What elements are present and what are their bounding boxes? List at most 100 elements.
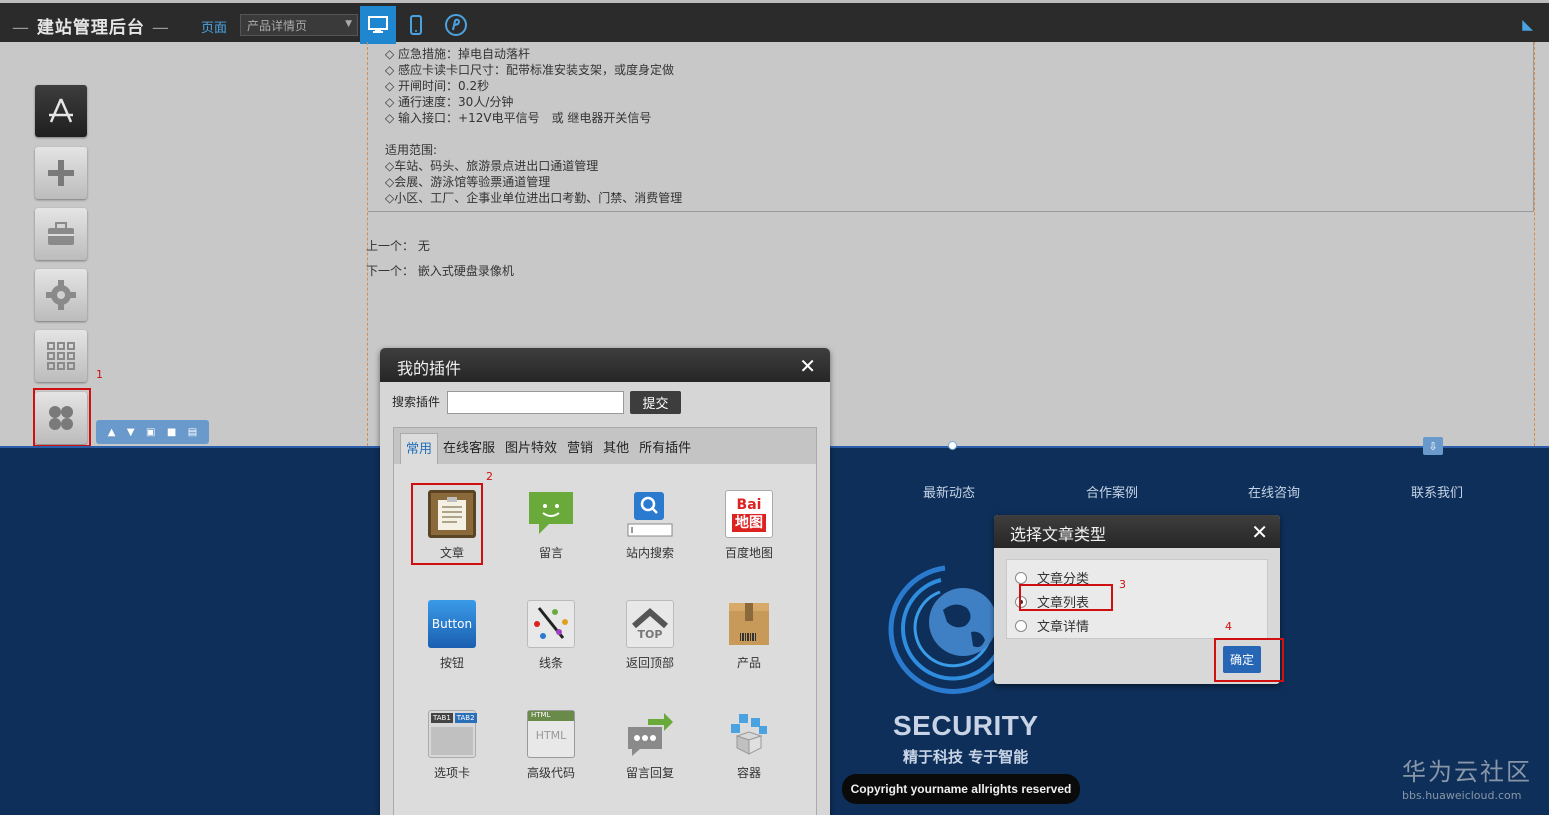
- tab-all-plugins[interactable]: 所有插件: [634, 433, 696, 464]
- back-to-top-icon: TOP: [626, 600, 674, 648]
- plugin-message[interactable]: 留言: [511, 490, 591, 561]
- next-item-link[interactable]: 下一个： 嵌入式硬盘录像机: [366, 262, 514, 279]
- footer-slogan: 精于科技 专于智能: [903, 748, 1029, 766]
- plugin-search-input[interactable]: [447, 391, 624, 414]
- site-search-icon: [626, 490, 674, 538]
- footer-link-contact[interactable]: 联系我们: [1411, 482, 1463, 501]
- close-icon[interactable]: ✕: [799, 354, 816, 378]
- spec-line: 适用范围:: [385, 143, 438, 157]
- page-select-value: 产品详情页: [247, 19, 308, 33]
- container-icon: [725, 710, 773, 758]
- plugin-label: 线条: [538, 656, 563, 670]
- spec-line: ◇会展、游泳馆等验票通道管理: [385, 175, 551, 189]
- settings-button[interactable]: [35, 269, 87, 321]
- footer-link-cases[interactable]: 合作案例: [1086, 482, 1138, 501]
- plugin-label: 产品: [736, 656, 761, 670]
- toolbox-button[interactable]: [35, 208, 87, 260]
- plugin-label: 留言: [538, 546, 563, 560]
- phone-icon: [410, 15, 422, 35]
- spec-line: ◇小区、工厂、企事业单位进出口考勤、门禁、消费管理: [385, 191, 683, 205]
- plugin-site-search[interactable]: 站内搜索: [610, 490, 690, 561]
- brand-title: — 建站管理后台 —: [12, 18, 170, 38]
- annotation-box-2: [411, 483, 483, 565]
- plugin-html-code[interactable]: HTML HTML 高级代码: [511, 710, 591, 781]
- annotation-box-4: [1214, 638, 1284, 682]
- tab-marketing[interactable]: 营销: [562, 433, 598, 464]
- spec-line: ◇ 通行速度：30人/分钟: [385, 95, 514, 109]
- plugin-container[interactable]: 容器: [709, 710, 789, 781]
- watermark: 华为云社区 bbs.huaweicloud.com: [1402, 752, 1532, 802]
- radio-button[interactable]: [1015, 571, 1027, 584]
- plugin-baidu-map[interactable]: Bai 地图 百度地图: [709, 490, 789, 561]
- tab-common[interactable]: 常用: [400, 433, 439, 464]
- app-store-button[interactable]: [35, 85, 87, 137]
- app-mode-button[interactable]: [438, 6, 474, 44]
- monitor-icon: [368, 16, 388, 33]
- option-article-detail[interactable]: 文章详情: [1015, 616, 1089, 635]
- layout-icon[interactable]: ▣: [146, 427, 155, 438]
- plugin-button[interactable]: Button 按钮: [412, 600, 492, 671]
- tab-other[interactable]: 其他: [598, 433, 634, 464]
- plugin-reply[interactable]: 留言回复: [610, 710, 690, 781]
- type-dialog-header: 选择文章类型 ✕: [994, 515, 1280, 548]
- tabs-icon: TAB1 TAB2: [428, 710, 477, 758]
- lock-icon[interactable]: ■: [167, 427, 176, 438]
- tab-online-service[interactable]: 在线客服: [438, 433, 500, 464]
- html-code-icon: HTML HTML: [527, 710, 575, 758]
- annotation-box-3: [1019, 584, 1113, 611]
- footer-link-consult[interactable]: 在线咨询: [1248, 482, 1300, 501]
- plugin-label: 按钮: [439, 656, 464, 670]
- trash-icon[interactable]: ▤: [188, 427, 197, 438]
- mobile-mode-button[interactable]: [398, 6, 434, 44]
- plugin-dialog-header: 我的插件 ✕: [380, 348, 830, 382]
- gear-icon: [46, 280, 76, 310]
- watermark-url: bbs.huaweicloud.com: [1402, 789, 1522, 802]
- resize-handle[interactable]: [948, 441, 957, 450]
- radio-button[interactable]: [1015, 619, 1027, 632]
- page-select[interactable]: 产品详情页 ▼: [240, 14, 358, 36]
- watermark-title: 华为云社区: [1402, 758, 1532, 786]
- annotation-label-3: 3: [1119, 578, 1126, 591]
- search-submit-button[interactable]: 提交: [630, 391, 681, 414]
- app-store-icon: [49, 98, 73, 123]
- app-circle-icon: [445, 14, 467, 36]
- baidu-map-icon: Bai 地图: [725, 490, 773, 538]
- annotation-label-2: 2: [486, 470, 493, 483]
- download-icon[interactable]: ⇩: [1423, 437, 1443, 455]
- plugin-line[interactable]: 线条: [511, 600, 591, 671]
- grid-layout-button[interactable]: [35, 330, 87, 382]
- button-icon: Button: [428, 600, 476, 648]
- close-icon[interactable]: ✕: [1251, 520, 1268, 544]
- top-bar: — 建站管理后台 — 页面 产品详情页 ▼ ◣: [0, 0, 1549, 44]
- plugin-tabs[interactable]: TAB1 TAB2 选项卡: [412, 710, 492, 781]
- spec-line: ◇车站、码头、旅游景点进出口通道管理: [385, 159, 599, 173]
- plus-icon: [48, 160, 74, 186]
- module-toolbar: ▲ ▼ ▣ ■ ▤: [96, 420, 209, 444]
- back-arrow-icon[interactable]: ◣: [1522, 17, 1533, 33]
- plugin-dialog-title: 我的插件: [397, 359, 462, 378]
- plugin-back-to-top[interactable]: TOP 返回顶部: [610, 600, 690, 671]
- plugin-label: 选项卡: [433, 766, 470, 780]
- plugin-tabs: 常用 在线客服 图片特效 营销 其他 所有插件: [394, 428, 816, 464]
- spec-line: [385, 126, 1533, 142]
- tab-image-effects[interactable]: 图片特效: [500, 433, 562, 464]
- spec-line: ◇ 感应卡读卡口尺寸：配带标准安装支架，或度身定做: [385, 63, 675, 77]
- search-label: 搜索插件: [392, 395, 441, 409]
- spec-box: ◇ 应急措施：掉电自动落杆 ◇ 感应卡读卡口尺寸：配带标准安装支架，或度身定做 …: [368, 42, 1534, 212]
- copyright-text: Copyright yourname allrights reserved: [842, 774, 1080, 804]
- plugin-label: 容器: [736, 766, 761, 780]
- move-down-icon[interactable]: ▼: [127, 427, 135, 438]
- annotation-label-4: 4: [1225, 620, 1232, 633]
- footer-brand: SECURITY: [893, 710, 1039, 741]
- annotation-box-1: [33, 388, 91, 447]
- footer-link-news[interactable]: 最新动态: [923, 482, 975, 501]
- grid-icon: [47, 342, 75, 370]
- plugin-label: 留言回复: [625, 766, 674, 780]
- add-button[interactable]: [35, 147, 87, 199]
- plugin-product[interactable]: 产品: [709, 600, 789, 671]
- move-up-icon[interactable]: ▲: [108, 427, 116, 438]
- prev-item-link[interactable]: 上一个： 无: [366, 237, 430, 254]
- chevron-down-icon: ▼: [345, 19, 352, 29]
- desktop-mode-button[interactable]: [360, 6, 396, 44]
- type-dialog-title: 选择文章类型: [1010, 525, 1107, 544]
